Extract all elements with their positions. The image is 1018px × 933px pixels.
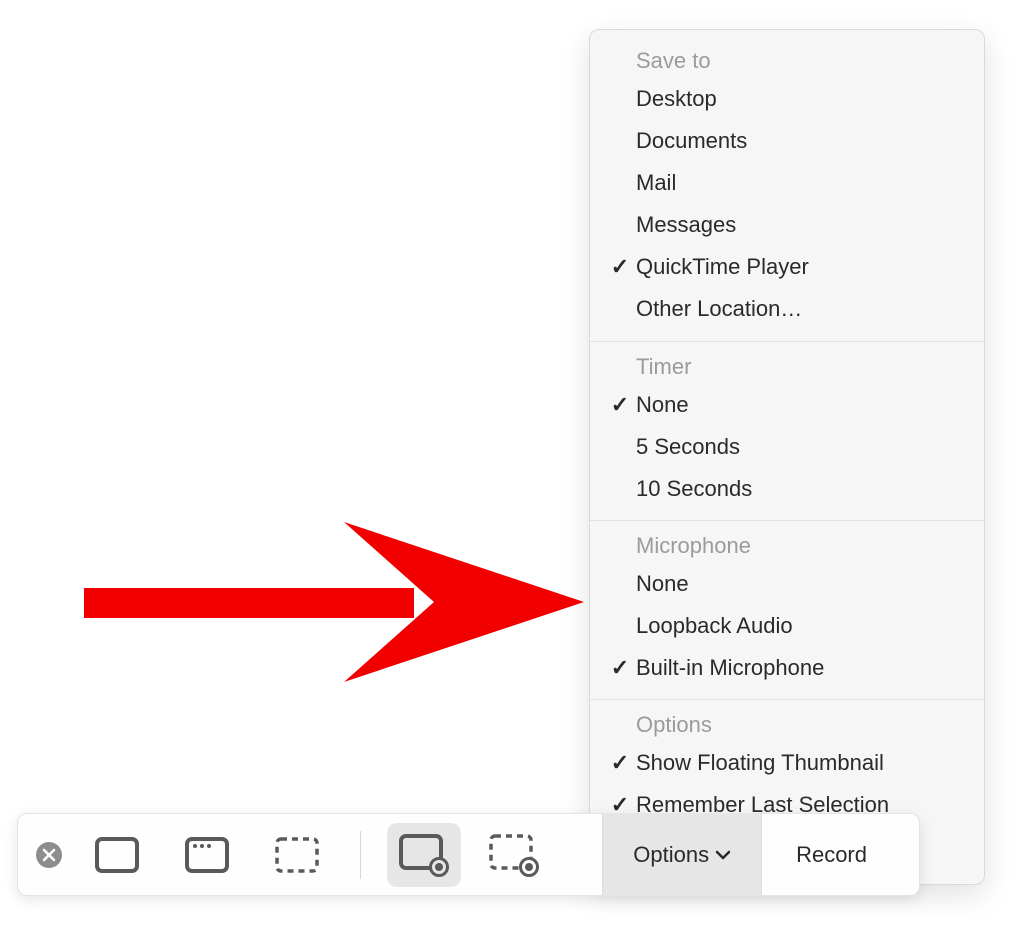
capture-tools [80,823,551,887]
menu-item-label: Desktop [636,82,717,116]
menu-item-messages[interactable]: ✓ Messages [590,204,984,246]
menu-item-label: Show Floating Thumbnail [636,746,884,780]
menu-item-mic-loopback[interactable]: ✓ Loopback Audio [590,605,984,647]
record-button[interactable]: Record [761,813,901,896]
menu-item-label: Mail [636,166,676,200]
menu-item-mic-builtin[interactable]: ✓ Built-in Microphone [590,647,984,689]
menu-item-label: None [636,388,689,422]
menu-item-other-location[interactable]: ✓ Other Location… [590,288,984,330]
options-button[interactable]: Options [602,813,761,896]
menu-item-mail[interactable]: ✓ Mail [590,162,984,204]
checkmark-icon: ✓ [604,651,636,685]
menu-header: Save to [590,42,984,78]
menu-item-desktop[interactable]: ✓ Desktop [590,78,984,120]
record-selection-icon [488,833,540,877]
menu-item-label: 5 Seconds [636,430,740,464]
selection-icon [274,836,320,874]
menu-section-microphone: Microphone ✓ None ✓ Loopback Audio ✓ Bui… [590,520,984,699]
toolbar-divider [360,831,361,879]
options-menu: Save to ✓ Desktop ✓ Documents ✓ Mail ✓ M… [589,29,985,885]
screenshot-toolbar: Options Record [17,813,920,896]
capture-entire-screen-button[interactable] [80,823,154,887]
menu-item-floating-thumbnail[interactable]: ✓ Show Floating Thumbnail [590,742,984,784]
menu-section-save-to: Save to ✓ Desktop ✓ Documents ✓ Mail ✓ M… [590,36,984,341]
menu-item-label: Built-in Microphone [636,651,824,685]
close-x-icon [42,848,56,862]
menu-item-timer-none[interactable]: ✓ None [590,384,984,426]
menu-item-timer-5s[interactable]: ✓ 5 Seconds [590,426,984,468]
close-button[interactable] [36,842,62,868]
menu-item-timer-10s[interactable]: ✓ 10 Seconds [590,468,984,510]
menu-item-quicktime-player[interactable]: ✓ QuickTime Player [590,246,984,288]
record-selection-button[interactable] [477,823,551,887]
options-label: Options [633,842,709,868]
checkmark-icon: ✓ [604,388,636,422]
menu-item-label: QuickTime Player [636,250,809,284]
menu-item-mic-none[interactable]: ✓ None [590,563,984,605]
menu-item-documents[interactable]: ✓ Documents [590,120,984,162]
annotation-arrow [84,522,594,682]
checkmark-icon: ✓ [604,746,636,780]
menu-item-label: Other Location… [636,292,802,326]
menu-header: Microphone [590,527,984,563]
menu-section-timer: Timer ✓ None ✓ 5 Seconds ✓ 10 Seconds [590,341,984,520]
record-label: Record [796,842,867,868]
chevron-down-icon [715,850,731,860]
screen-icon [94,836,140,874]
menu-header: Options [590,706,984,742]
menu-header: Timer [590,348,984,384]
menu-item-label: Documents [636,124,747,158]
checkmark-icon: ✓ [604,250,636,284]
menu-item-label: 10 Seconds [636,472,752,506]
record-screen-icon [398,833,450,877]
capture-window-button[interactable] [170,823,244,887]
menu-item-label: None [636,567,689,601]
capture-selection-button[interactable] [260,823,334,887]
window-icon [184,836,230,874]
menu-item-label: Messages [636,208,736,242]
record-entire-screen-button[interactable] [387,823,461,887]
menu-item-label: Loopback Audio [636,609,793,643]
